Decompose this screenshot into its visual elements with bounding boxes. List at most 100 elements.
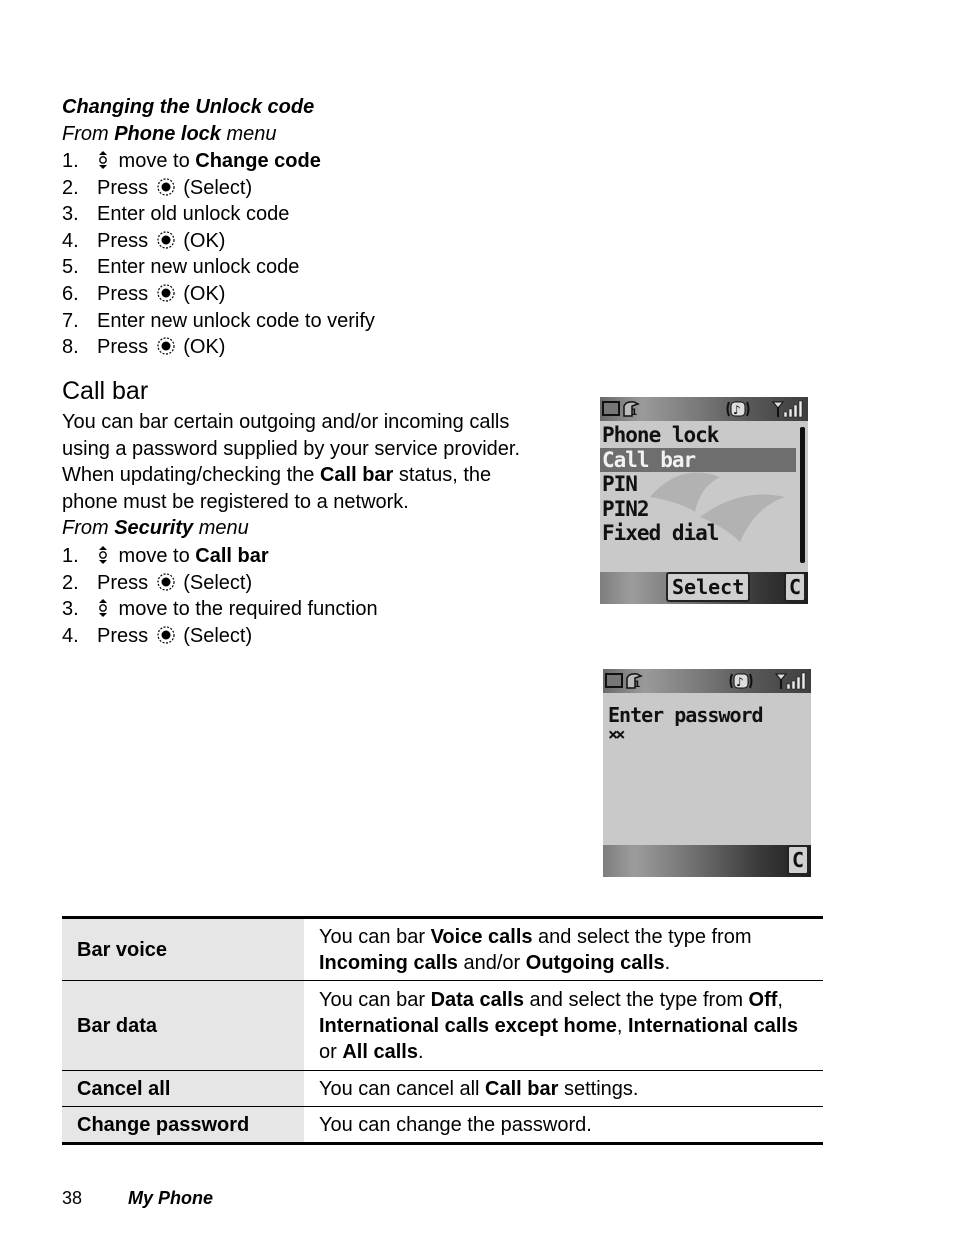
nav-key-icon [97, 150, 109, 169]
step-number: 3. [62, 203, 79, 226]
password-field[interactable]: ×× [608, 725, 626, 745]
from-menu-name: Phone lock [114, 123, 221, 145]
option-description: You can bar Data calls and select the ty… [304, 981, 823, 1071]
clear-softkey[interactable]: C [786, 845, 809, 875]
description-text: You can bar [319, 988, 431, 1011]
step-number: 8. [62, 336, 79, 359]
description-text: or [319, 1040, 343, 1063]
intro-text: When updating/checking the [62, 464, 320, 487]
step-item: 3. move to the required function [62, 596, 378, 623]
from-prefix: From [62, 517, 115, 540]
step-text: move to [113, 150, 196, 172]
step-item: 6. Press (OK) [62, 281, 375, 308]
unlock-from-menu: From Phone lock menu [62, 121, 277, 148]
step-text: Enter old unlock code [97, 203, 290, 226]
unlock-subheading: Changing the Unlock code [62, 96, 315, 118]
step-bold-text: Call bar [195, 545, 269, 567]
battery-line-icon: 1 [602, 401, 640, 418]
select-softkey[interactable]: Select [666, 572, 751, 602]
step-item: 2. Press (Select) [62, 570, 378, 597]
menu-item[interactable]: Fixed dial [602, 521, 719, 545]
step-number: 4. [62, 624, 79, 647]
callbar-intro: You can bar certain outgoing and/or inco… [62, 409, 572, 542]
page-number: 38 [62, 1188, 83, 1208]
step-text: move to [113, 545, 196, 567]
description-bold: Outgoing calls [525, 951, 665, 974]
option-description: You can change the password. [304, 1107, 823, 1144]
select-key-icon [157, 572, 175, 591]
from-prefix: From [62, 123, 115, 145]
step-text: (Select) [177, 571, 253, 594]
intro-line: When updating/checking the Call bar stat… [62, 462, 572, 489]
battery-line-icon: 1 [605, 673, 643, 690]
description-bold: Incoming calls [319, 951, 458, 974]
callbar-heading: Call bar [62, 377, 149, 405]
select-key-icon [157, 625, 175, 644]
step-text: (OK) [177, 229, 226, 252]
description-text: You can cancel all [319, 1077, 486, 1100]
from-menu-name: Security [114, 517, 194, 540]
option-name: Bar voice [62, 917, 304, 981]
step-item: 5. Enter new unlock code [62, 254, 375, 281]
option-description: You can cancel all Call bar settings. [304, 1071, 823, 1107]
description-bold: Call bar [485, 1077, 559, 1100]
step-number: 1. [62, 150, 79, 172]
option-name: Bar data [62, 980, 304, 1071]
step-item: 8. Press (OK) [62, 334, 375, 361]
intro-text: status, the [393, 464, 492, 487]
description-text: settings. [558, 1077, 639, 1100]
intro-line: using a password supplied by your servic… [62, 437, 521, 460]
description-text: . [417, 1040, 424, 1063]
option-name: Change password [62, 1106, 304, 1144]
from-suffix: menu [193, 517, 249, 540]
svg-text:1: 1 [634, 680, 640, 690]
menu-item[interactable]: Call bar [600, 447, 796, 472]
step-text: Press [97, 282, 154, 305]
step-number: 6. [62, 282, 79, 305]
step-bold-text: Change code [195, 150, 321, 172]
description-text: and select the type from [523, 988, 749, 1011]
intro-line: phone must be registered to a network. [62, 490, 409, 513]
table-row: Bar data You can bar Data calls and selec… [62, 980, 823, 1071]
description-text: You can change the password. [319, 1113, 592, 1136]
description-text: and select the type from [532, 925, 752, 948]
step-text: (Select) [177, 176, 253, 199]
intro-line: You can bar certain outgoing and/or inco… [62, 411, 510, 433]
clear-softkey[interactable]: C [783, 572, 806, 602]
callbar-steps: 1. move to Call bar 2. Press (Select) 3. mo… [62, 543, 378, 649]
step-item: 3. Enter old unlock code [62, 201, 375, 228]
select-key-icon [157, 177, 175, 196]
step-text: move to the required function [113, 598, 378, 621]
step-number: 2. [62, 571, 79, 594]
option-name: Cancel all [62, 1070, 304, 1107]
step-text: (OK) [177, 282, 226, 305]
step-text: Press [97, 229, 154, 252]
table-row: Change password You can change the passwo… [62, 1106, 823, 1144]
step-item: 1. move to Call bar [62, 543, 378, 570]
dolphin-wallpaper [650, 472, 785, 542]
step-number: 4. [62, 229, 79, 252]
nav-key-icon [97, 545, 109, 564]
description-text: and/or [457, 951, 526, 974]
step-text: Press [97, 336, 154, 359]
description-text: . [664, 951, 671, 974]
ringtone-icon: ♪ [726, 401, 750, 417]
menu-item[interactable]: Phone lock [602, 423, 719, 447]
step-text: Press [97, 624, 154, 647]
unlock-steps: 1. move to Change code 2. Press (Select) 3.… [62, 148, 375, 361]
ringtone-icon: ♪ [729, 673, 753, 689]
select-key-icon [157, 336, 175, 355]
chapter-title: My Phone [128, 1188, 214, 1208]
description-bold: Data calls [430, 988, 524, 1011]
svg-text:♪: ♪ [736, 675, 744, 689]
menu-item[interactable]: PIN2 [602, 497, 650, 521]
scrollbar[interactable] [800, 427, 805, 563]
option-description: You can bar Voice calls and select the t… [304, 918, 823, 981]
description-text: You can bar [319, 925, 431, 948]
step-item: 7. Enter new unlock code to verify [62, 308, 375, 335]
phone-screen-enter-password: 1 ♪ Enter password ×× C [603, 669, 811, 877]
description-text: , [616, 1014, 628, 1037]
description-bold: Off [748, 988, 778, 1011]
description-bold: Voice calls [430, 925, 533, 948]
menu-item[interactable]: PIN [602, 472, 638, 496]
